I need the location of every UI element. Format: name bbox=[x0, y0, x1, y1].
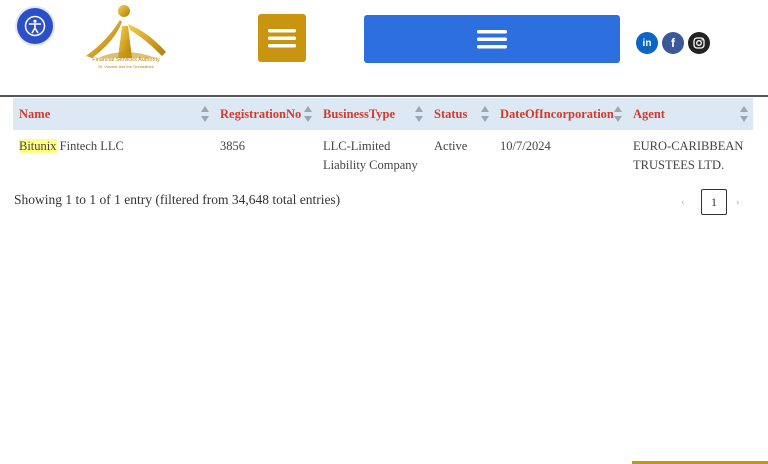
cell-agent: EURO-CARIBBEAN TRUSTEES LTD. bbox=[627, 130, 753, 175]
cell-registration-no: 3856 bbox=[220, 139, 245, 153]
agent-line2: TRUSTEES LTD. bbox=[633, 158, 725, 172]
hamburger-icon bbox=[477, 30, 507, 49]
business-type-line1: LLC-Limited bbox=[323, 139, 391, 153]
column-label: BusinessType bbox=[323, 106, 396, 121]
column-label: Name bbox=[19, 106, 51, 121]
instagram-icon bbox=[693, 37, 705, 49]
column-label: DateOfIncorporation bbox=[500, 106, 614, 121]
sort-icon bbox=[614, 106, 622, 122]
column-header-status[interactable]: Status bbox=[428, 98, 494, 130]
menu-button-blue[interactable] bbox=[364, 15, 620, 63]
pagination-previous[interactable]: ‹ bbox=[681, 189, 685, 214]
table-header-row: Name RegistrationNo BusinessType Status … bbox=[13, 98, 753, 130]
accessibility-button[interactable] bbox=[17, 8, 53, 44]
logo-subtitle: St. Vincent and the Grenadines bbox=[98, 63, 154, 69]
column-label: Agent bbox=[633, 106, 665, 121]
registry-table: Name RegistrationNo BusinessType Status … bbox=[13, 98, 753, 175]
cell-name: Bitunix Fintech LLC bbox=[13, 130, 214, 175]
table-row[interactable]: Bitunix Fintech LLC 3856 LLC-Limited Liab… bbox=[13, 130, 753, 175]
hamburger-icon bbox=[268, 29, 296, 48]
header-divider bbox=[0, 95, 768, 97]
table-info: Showing 1 to 1 of 1 entry (filtered from… bbox=[14, 192, 341, 207]
cell-status: Active bbox=[434, 139, 468, 153]
business-type-line2: Liability Company bbox=[323, 158, 418, 172]
menu-button-gold[interactable] bbox=[258, 14, 306, 62]
column-header-dateofincorporation[interactable]: DateOfIncorporation bbox=[494, 98, 627, 130]
cell-business-type: LLC-Limited Liability Company bbox=[317, 130, 428, 175]
column-label: RegistrationNo bbox=[220, 106, 302, 121]
pagination-page-1[interactable]: 1 bbox=[701, 189, 727, 215]
accessibility-icon bbox=[24, 15, 46, 37]
logo-text: Financial Services Authority St. Vincent… bbox=[78, 57, 174, 69]
column-header-agent[interactable]: Agent bbox=[627, 98, 753, 130]
column-label: Status bbox=[434, 106, 468, 121]
column-header-registrationno[interactable]: RegistrationNo bbox=[214, 98, 317, 130]
facebook-link[interactable]: f bbox=[662, 32, 684, 54]
column-header-businesstype[interactable]: BusinessType bbox=[317, 98, 428, 130]
sort-icon bbox=[740, 106, 748, 122]
search-highlight: Bitunix bbox=[19, 139, 57, 153]
sort-icon bbox=[415, 106, 423, 122]
column-header-name[interactable]: Name bbox=[13, 98, 214, 130]
linkedin-icon: in bbox=[642, 37, 652, 49]
instagram-link[interactable] bbox=[688, 32, 710, 54]
sort-icon bbox=[304, 106, 312, 122]
sort-icon bbox=[201, 106, 209, 122]
cell-date-of-incorporation: 10/7/2024 bbox=[500, 139, 551, 153]
sort-icon bbox=[481, 106, 489, 122]
facebook-icon: f bbox=[671, 36, 675, 50]
linkedin-link[interactable]: in bbox=[636, 32, 658, 54]
name-text: Fintech LLC bbox=[56, 139, 124, 153]
pagination-next[interactable]: › bbox=[736, 189, 740, 214]
logo-title: Financial Services Authority bbox=[92, 57, 160, 63]
agent-line1: EURO-CARIBBEAN bbox=[633, 139, 744, 153]
